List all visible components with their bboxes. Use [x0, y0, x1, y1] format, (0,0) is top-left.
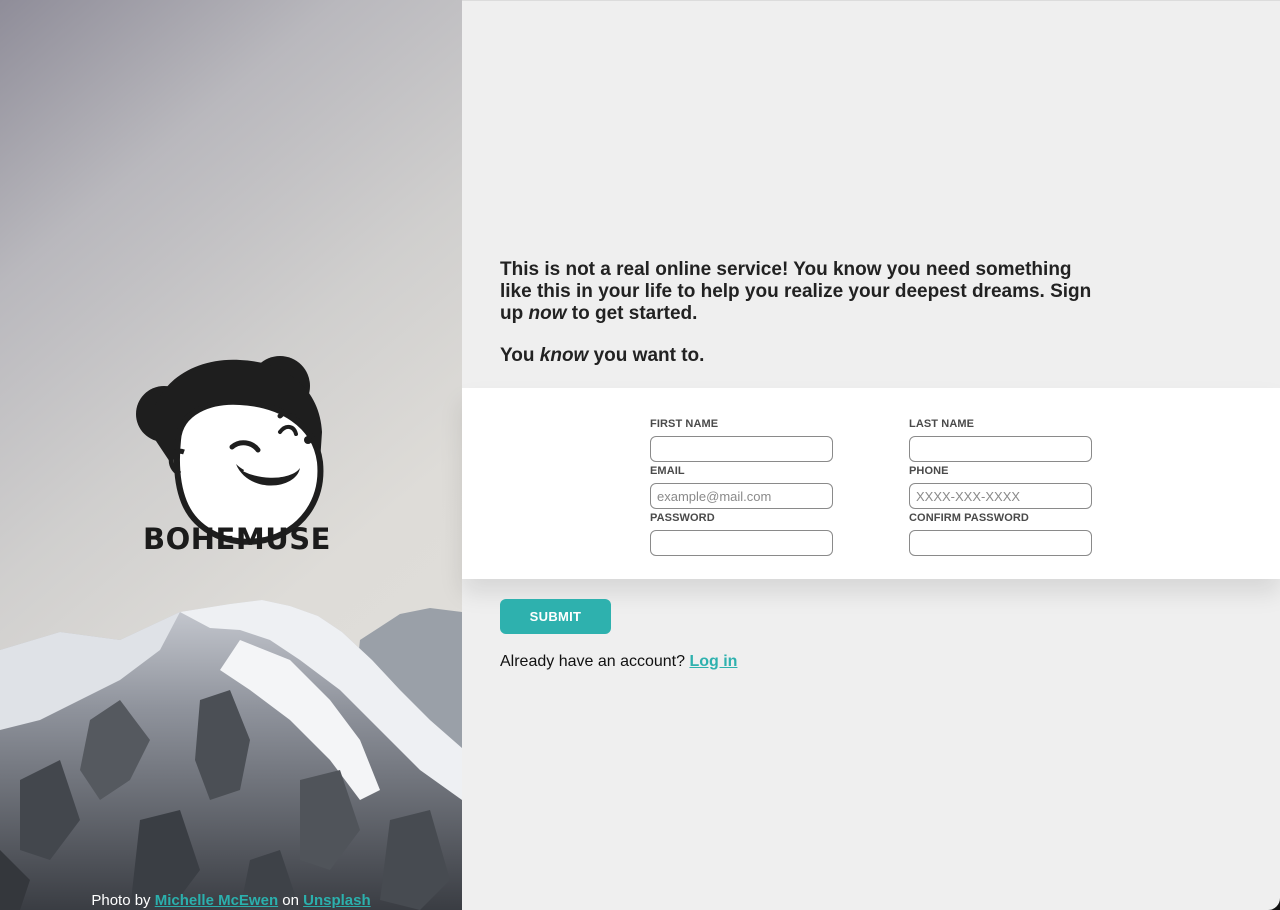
- hero-image-panel: BOHEMUSE Photo by Michelle McEwen on Uns…: [0, 0, 462, 910]
- signup-form: FIRST NAME LAST NAME EMAIL PHONE PASSWOR…: [462, 388, 1280, 579]
- signup-main: This is not a real online service! You k…: [462, 0, 1280, 910]
- signup-page: BOHEMUSE Photo by Michelle McEwen on Uns…: [0, 0, 1280, 910]
- password-group: PASSWORD: [650, 512, 834, 556]
- phone-label: PHONE: [909, 465, 949, 477]
- last-name-label: LAST NAME: [909, 418, 975, 430]
- phone-group: PHONE: [909, 465, 1093, 509]
- first-name-label: FIRST NAME: [650, 418, 719, 430]
- last-name-input[interactable]: [909, 436, 1092, 462]
- photo-credit: Photo by Michelle McEwen on Unsplash: [0, 892, 462, 910]
- password-label: PASSWORD: [650, 512, 715, 524]
- intro-text: This is not a real online service! You k…: [500, 259, 1100, 367]
- email-label: EMAIL: [650, 465, 685, 477]
- credit-prefix: Photo by: [91, 892, 151, 909]
- submit-button[interactable]: SUBMIT: [500, 599, 611, 634]
- login-link[interactable]: Log in: [689, 653, 737, 670]
- confirm-password-group: CONFIRM PASSWORD: [909, 512, 1093, 556]
- login-prompt: Already have an account? Log in: [500, 653, 737, 671]
- credit-middle: on: [282, 892, 299, 909]
- credit-author-link[interactable]: Michelle McEwen: [155, 892, 278, 909]
- intro-paragraph-2: You know you want to.: [500, 345, 705, 366]
- last-name-group: LAST NAME: [909, 418, 1093, 462]
- confirm-password-label: CONFIRM PASSWORD: [909, 512, 1029, 524]
- phone-input[interactable]: [909, 483, 1092, 509]
- brand-wordmark: BOHEMUSE: [143, 522, 331, 556]
- login-prompt-text: Already have an account?: [500, 653, 686, 670]
- email-input[interactable]: [650, 483, 833, 509]
- first-name-input[interactable]: [650, 436, 833, 462]
- first-name-group: FIRST NAME: [650, 418, 834, 462]
- password-input[interactable]: [650, 530, 833, 556]
- email-group: EMAIL: [650, 465, 834, 509]
- credit-site-link[interactable]: Unsplash: [303, 892, 371, 909]
- confirm-password-input[interactable]: [909, 530, 1092, 556]
- intro-paragraph-1: This is not a real online service! You k…: [500, 259, 1092, 324]
